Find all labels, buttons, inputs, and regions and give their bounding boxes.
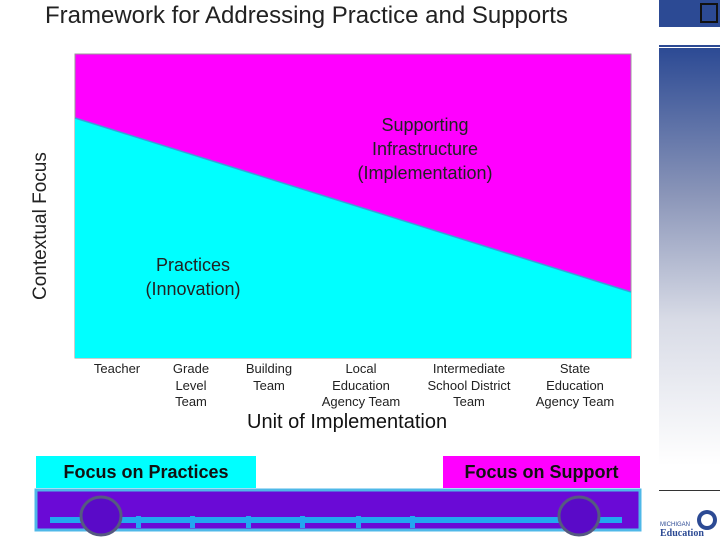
bus-graphic [34,488,642,537]
bus-tick [356,516,361,528]
wheel-icon [79,495,123,537]
svg-text:Education: Education [660,528,704,538]
bus-body [34,488,642,532]
page-title: Framework for Addressing Practice and Su… [45,2,568,29]
y-axis-label: Contextual Focus [30,152,51,300]
framework-diagram [74,53,632,359]
square-icon [700,3,718,23]
practices-label: Practices (Innovation) [145,255,241,299]
bus-stripe [50,517,622,523]
bus-tick [246,516,251,528]
unit-lea-team: Local Education Agency Team [321,361,401,409]
bus-tick [190,516,195,528]
wheel-icon [557,495,601,537]
focus-practices: Focus on Practices [36,456,256,488]
bus-tick [136,516,141,528]
focus-support: Focus on Support [443,456,640,488]
sidebar-divider [659,45,720,47]
unit-isd-team: Intermediate School District Team [427,361,511,409]
michigan-education-logo: MICHIGAN Education [660,510,717,538]
support-label: Supporting Infrastructure (Implementatio… [357,115,493,183]
sidebar-divider [659,490,720,491]
x-axis-label: Unit of Implementation [247,411,448,433]
sidebar-gradient [659,48,720,466]
unit-sea-team: State Education Agency Team [535,361,615,409]
bus-tick [300,516,305,528]
bus-tick [410,516,415,528]
